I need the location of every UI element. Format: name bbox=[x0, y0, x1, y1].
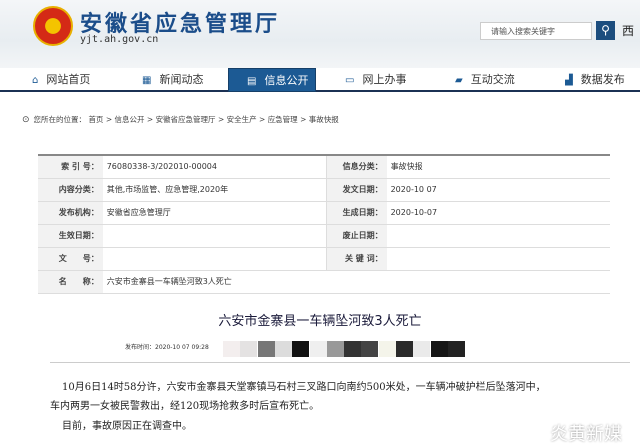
national-emblem-logo bbox=[33, 6, 73, 46]
search-input[interactable]: 请输入搜索关键字 bbox=[480, 22, 592, 40]
chat-icon: ▰ bbox=[455, 75, 463, 86]
table-row: 名 称： 六安市金寨县一车辆坠河致3人死亡 bbox=[38, 270, 610, 294]
field-value bbox=[386, 247, 610, 271]
field-label: 名 称： bbox=[38, 270, 103, 294]
breadcrumb-link[interactable]: 安全生产 bbox=[227, 115, 257, 124]
search-icon: ⚲ bbox=[601, 23, 610, 37]
field-label: 文 号： bbox=[38, 247, 103, 271]
mosaic-block bbox=[309, 341, 327, 357]
news-icon: ▦ bbox=[142, 75, 152, 86]
article-paragraph: 10月6日14时58分许，六安市金寨县天堂寨镇马石村三叉路口向南约500米处，一… bbox=[62, 382, 546, 393]
field-value bbox=[102, 247, 327, 271]
nav-interaction[interactable]: ▰ 互动交流 bbox=[455, 68, 515, 92]
nav-online-service[interactable]: ▭ 网上办事 bbox=[345, 68, 406, 92]
mosaic-block bbox=[326, 341, 344, 357]
breadcrumb-link[interactable]: 首页 bbox=[88, 115, 103, 124]
nav-info-public[interactable]: ▤ 信息公开 bbox=[228, 68, 316, 92]
field-label: 发文日期： bbox=[325, 178, 387, 202]
divider bbox=[50, 362, 630, 363]
field-label: 信息分类： bbox=[325, 155, 387, 179]
nav-home[interactable]: ⌂ 网站首页 bbox=[32, 68, 90, 92]
document-metadata-table: 索 引 号： 76080338-3/202010-00004 信息分类： 事故快报 内… bbox=[38, 154, 610, 294]
field-label: 生效日期： bbox=[38, 224, 103, 248]
document-icon: ▤ bbox=[247, 76, 257, 87]
mosaic-block bbox=[223, 341, 240, 357]
field-label: 废止日期： bbox=[325, 224, 387, 248]
mosaic-block bbox=[413, 341, 431, 357]
breadcrumb-link[interactable]: 安徽省应急管理厅 bbox=[156, 115, 216, 124]
field-value: 其他,市场监管、应急管理,2020年 bbox=[102, 178, 327, 202]
field-value: 2020-10-07 bbox=[386, 201, 610, 225]
field-label: 索 引 号： bbox=[38, 155, 103, 179]
mosaic-block bbox=[257, 341, 275, 357]
monitor-icon: ▭ bbox=[345, 75, 355, 86]
table-row: 内容分类： 其他,市场监管、应急管理,2020年 发文日期： 2020-10 07 bbox=[38, 178, 610, 202]
search-button[interactable]: ⚲ bbox=[596, 21, 615, 40]
breadcrumb-link[interactable]: 信息公开 bbox=[115, 115, 145, 124]
mosaic-block bbox=[396, 341, 413, 357]
field-value bbox=[386, 224, 610, 248]
field-label: 发布机构： bbox=[38, 201, 103, 225]
field-value: 76080338-3/202010-00004 bbox=[102, 155, 327, 179]
article-paragraph: 车内两男一女被民警救出，经120现场抢救多时后宣布死亡。 bbox=[50, 401, 320, 412]
table-row: 索 引 号： 76080338-3/202010-00004 信息分类： 事故快报 bbox=[38, 155, 610, 179]
table-row: 生效日期： 废止日期： bbox=[38, 224, 610, 248]
field-label: 生成日期： bbox=[325, 201, 387, 225]
article-title: 六安市金寨县一车辆坠河致3人死亡 bbox=[218, 314, 422, 329]
nav-label: 数据发布 bbox=[580, 73, 625, 86]
top-link[interactable]: 西 bbox=[622, 22, 634, 39]
nav-label: 网上办事 bbox=[362, 73, 407, 86]
site-header: 安徽省应急管理厅 yjt.ah.gov.cn 请输入搜索关键字 ⚲ 西 bbox=[0, 0, 640, 68]
field-label: 关 键 词： bbox=[325, 247, 387, 271]
field-value bbox=[102, 224, 327, 248]
mosaic-block bbox=[344, 341, 362, 357]
breadcrumb-link[interactable]: 应急管理 bbox=[268, 115, 298, 124]
nav-label: 网站首页 bbox=[46, 73, 91, 86]
field-value: 事故快报 bbox=[386, 155, 610, 179]
field-value: 安徽省应急管理厅 bbox=[102, 201, 327, 225]
field-value: 2020-10 07 bbox=[386, 178, 610, 202]
publish-time: 发布时间：2020-10 07 09:28 bbox=[125, 344, 209, 351]
table-row: 文 号： 关 键 词： bbox=[38, 247, 610, 271]
mosaic-block bbox=[240, 341, 258, 357]
mosaic-block bbox=[274, 341, 292, 357]
table-row: 发布机构： 安徽省应急管理厅 生成日期： 2020-10-07 bbox=[38, 201, 610, 225]
main-nav: ⌂ 网站首页 ▦ 新闻动态 ▤ 信息公开 ▭ 网上办事 ▰ 互动交流 ▟ 数据发布 bbox=[0, 68, 640, 92]
location-pin-icon: ⊙ bbox=[22, 115, 30, 125]
mosaic-block bbox=[447, 341, 465, 357]
nav-label: 互动交流 bbox=[470, 73, 515, 86]
site-url: yjt.ah.gov.cn bbox=[80, 34, 159, 45]
nav-label: 新闻动态 bbox=[159, 73, 204, 86]
field-label: 内容分类： bbox=[38, 178, 103, 202]
mosaic-block bbox=[361, 341, 379, 357]
breadcrumb-link[interactable]: 事故快报 bbox=[309, 115, 339, 124]
field-value: 六安市金寨县一车辆坠河致3人死亡 bbox=[102, 270, 610, 294]
mosaic-block bbox=[292, 341, 310, 357]
breadcrumb-prefix: 您所在的位置： bbox=[33, 115, 87, 124]
nav-news[interactable]: ▦ 新闻动态 bbox=[142, 68, 203, 92]
mosaic-block bbox=[378, 341, 396, 357]
nav-label: 信息公开 bbox=[264, 74, 309, 87]
home-icon: ⌂ bbox=[32, 75, 39, 86]
watermark: 炎黄新媒 bbox=[550, 424, 622, 445]
nav-data-release[interactable]: ▟ 数据发布 bbox=[565, 68, 625, 92]
breadcrumb: ⊙ 您所在的位置： 首页 > 信息公开 > 安徽省应急管理厅 > 安全生产 > 应… bbox=[22, 115, 339, 125]
mosaic-block bbox=[430, 341, 448, 357]
article-paragraph: 目前，事故原因正在调查中。 bbox=[62, 421, 192, 432]
chart-icon: ▟ bbox=[565, 75, 573, 86]
